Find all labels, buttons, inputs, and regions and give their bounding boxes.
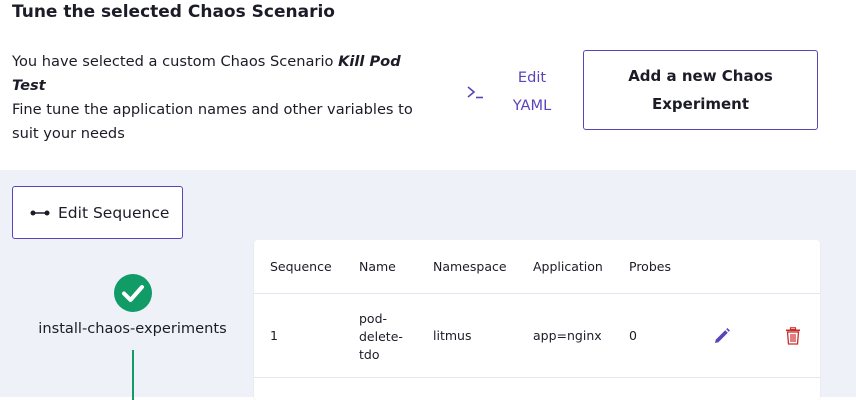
check-circle-icon xyxy=(114,274,152,312)
page-title: Tune the selected Chaos Scenario xyxy=(12,2,335,22)
trash-icon[interactable] xyxy=(785,327,801,345)
edit-pencil-icon[interactable] xyxy=(713,327,731,345)
column-header-namespace: Namespace xyxy=(433,259,507,274)
cell-sequence: 1 xyxy=(270,328,278,343)
experiments-table: Sequence Name Namespace Application Prob… xyxy=(254,240,820,400)
cell-name: pod- delete- tdo xyxy=(359,310,403,364)
edit-yaml-label: Edit YAML xyxy=(512,69,552,114)
workflow-workspace: Edit Sequence install-chaos-experiments … xyxy=(0,170,856,400)
cell-application: app=nginx xyxy=(533,328,602,343)
column-header-application: Application xyxy=(533,259,603,274)
column-header-name: Name xyxy=(359,259,396,274)
cell-name-line: pod- xyxy=(359,311,388,326)
step-name: install-chaos-experiments xyxy=(38,320,227,337)
cell-probes: 0 xyxy=(629,328,637,343)
column-header-probes: Probes xyxy=(629,259,671,274)
terminal-icon xyxy=(467,86,483,99)
step-connector xyxy=(132,350,134,400)
sequence-icon xyxy=(30,210,50,215)
edit-sequence-button[interactable]: Edit Sequence xyxy=(12,186,183,239)
row-divider xyxy=(254,377,820,378)
column-header-sequence: Sequence xyxy=(270,259,332,274)
description-prefix: You have selected a custom Chaos Scenari… xyxy=(12,53,339,70)
cell-namespace: litmus xyxy=(433,328,472,343)
add-chaos-experiment-button[interactable]: Add a new Chaos Experiment xyxy=(583,50,818,130)
description-hint: Fine tune the application names and othe… xyxy=(12,101,413,142)
edit-sequence-label: Edit Sequence xyxy=(58,203,170,222)
edit-yaml-button[interactable]: Edit YAML xyxy=(462,64,572,120)
cell-name-line: delete- xyxy=(359,329,403,344)
cell-name-line: tdo xyxy=(359,347,380,362)
header-divider xyxy=(254,293,820,294)
scenario-description: You have selected a custom Chaos Scenari… xyxy=(12,50,432,146)
